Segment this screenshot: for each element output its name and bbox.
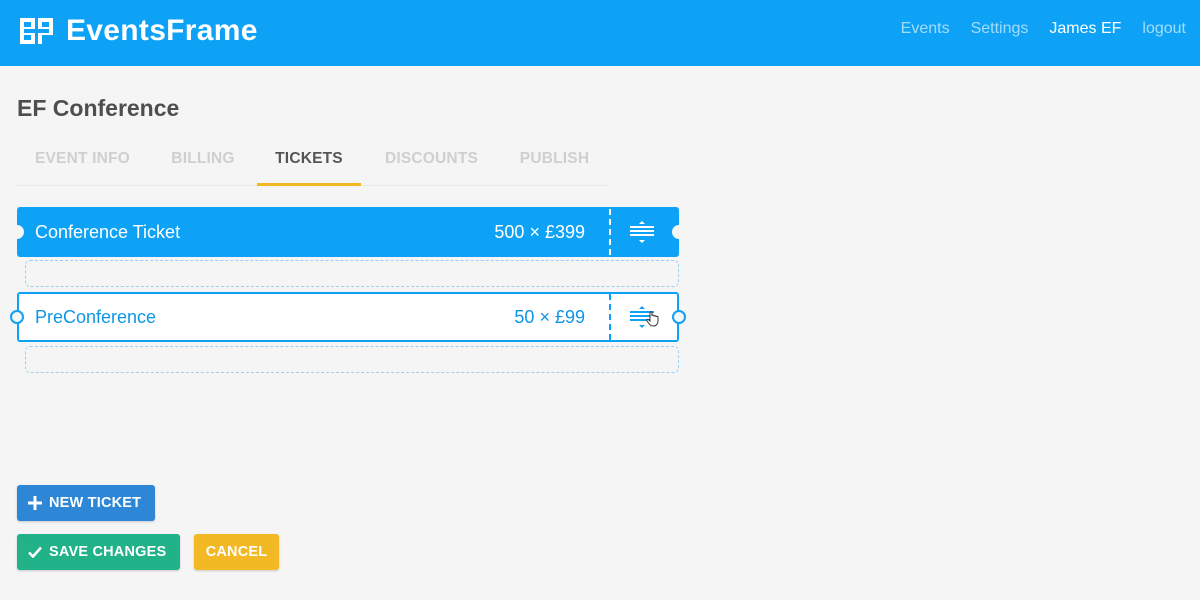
ticket-name: Conference Ticket — [35, 222, 181, 242]
ticket-name: PreConference — [35, 307, 157, 327]
ticket-drop-zone[interactable] — [25, 346, 679, 373]
nav-settings-link[interactable]: Settings — [971, 20, 1029, 38]
ticket-notch — [672, 225, 686, 239]
top-nav: Events Settings James EF logout — [880, 20, 1186, 38]
brand-name: EventsFrame — [66, 14, 258, 47]
ticket-card[interactable]: PreConference 50 × £99 — [10, 292, 686, 342]
ticket-stub-divider — [609, 294, 611, 340]
ticket-notch — [10, 310, 24, 324]
ticket-drop-zone[interactable] — [25, 260, 679, 287]
save-changes-label: SAVE CHANGES — [49, 544, 167, 560]
top-bar: EventsFrame Events Settings James EF log… — [0, 0, 1200, 66]
hand-cursor-icon — [646, 311, 659, 327]
tab-tickets[interactable]: TICKETS — [257, 140, 361, 186]
checkmark-icon — [28, 546, 42, 558]
ticket-stub-divider — [609, 209, 611, 255]
ticket-notch — [672, 310, 686, 324]
cancel-label: CANCEL — [205, 544, 268, 560]
cancel-button[interactable]: CANCEL — [194, 534, 279, 570]
tab-publish[interactable]: PUBLISH — [502, 140, 607, 186]
nav-user-link[interactable]: James EF — [1049, 20, 1121, 38]
save-changes-button[interactable]: SAVE CHANGES — [17, 534, 180, 570]
eventsframe-logo-icon — [20, 18, 53, 44]
nav-logout-link[interactable]: logout — [1142, 20, 1186, 38]
drag-handle-icon[interactable] — [628, 306, 659, 328]
drag-handle-icon[interactable] — [628, 221, 656, 243]
tab-event-info[interactable]: EVENT INFO — [17, 140, 148, 186]
ticket-quantity-price: 50 × £99 — [514, 307, 585, 327]
plus-icon — [28, 496, 42, 510]
brand[interactable]: EventsFrame — [20, 14, 258, 48]
new-ticket-label: NEW TICKET — [49, 495, 142, 511]
event-tabs: EVENT INFO BILLING TICKETS DISCOUNTS PUB… — [17, 140, 607, 186]
page-title: EF Conference — [17, 95, 180, 121]
ticket-quantity-price: 500 × £399 — [494, 222, 585, 242]
nav-events-link[interactable]: Events — [901, 20, 950, 38]
ticket-notch — [10, 225, 24, 239]
ticket-card[interactable]: Conference Ticket 500 × £399 — [10, 207, 686, 257]
tab-discounts[interactable]: DISCOUNTS — [367, 140, 496, 186]
new-ticket-button[interactable]: NEW TICKET — [17, 485, 155, 521]
tab-billing[interactable]: BILLING — [153, 140, 253, 186]
